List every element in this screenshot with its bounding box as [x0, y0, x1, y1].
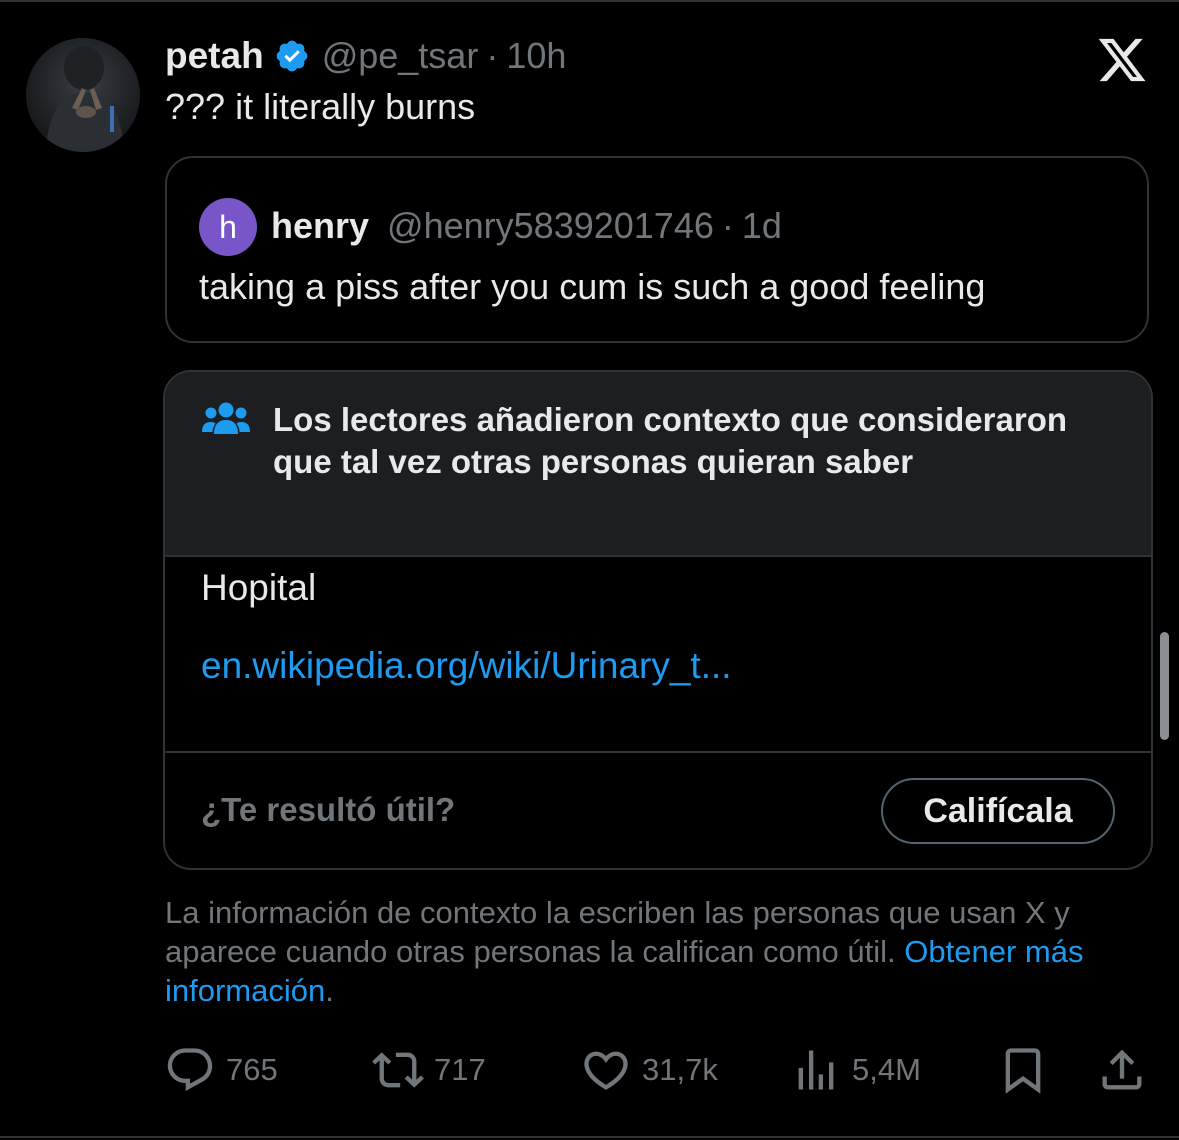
- bookmark-button[interactable]: [997, 1040, 1049, 1100]
- community-note-body: Hopital en.wikipedia.org/wiki/Urinary_t.…: [165, 557, 1151, 753]
- reply-icon: [164, 1044, 216, 1096]
- views-button[interactable]: 5,4M: [790, 1040, 921, 1100]
- views-icon: [790, 1044, 842, 1096]
- heart-icon: [580, 1044, 632, 1096]
- verified-badge-icon: [274, 38, 310, 74]
- bottom-divider: [0, 1136, 1179, 1138]
- x-logo-icon[interactable]: [1096, 34, 1148, 86]
- like-button[interactable]: 31,7k: [580, 1040, 718, 1100]
- top-divider: [0, 0, 1179, 2]
- bookmark-icon: [997, 1044, 1049, 1096]
- share-button[interactable]: [1096, 1040, 1148, 1100]
- tweet-header: petah @pe_tsar · 10h: [165, 34, 566, 78]
- repost-icon: [372, 1044, 424, 1096]
- scrollbar[interactable]: [1160, 632, 1169, 740]
- community-note-header: Los lectores añadieron contexto que cons…: [165, 372, 1151, 557]
- repost-button[interactable]: 717: [372, 1040, 486, 1100]
- tweet-time[interactable]: 10h: [506, 35, 566, 77]
- rate-question: ¿Te resultó útil?: [201, 791, 456, 828]
- people-icon: [201, 400, 251, 440]
- disclaimer-end: .: [325, 973, 334, 1008]
- quoted-tweet-text: taking a piss after you cum is such a go…: [199, 266, 986, 307]
- community-note: Los lectores añadieron contexto que cons…: [163, 370, 1153, 870]
- like-count: 31,7k: [642, 1052, 718, 1087]
- quoted-author-handle: @henry5839201746: [387, 205, 714, 246]
- tweet-text: ??? it literally burns: [165, 86, 476, 127]
- community-note-title: Los lectores añadieron contexto que cons…: [273, 401, 1068, 480]
- community-note-disclaimer: La información de contexto la escriben l…: [165, 893, 1155, 1010]
- repost-count: 717: [434, 1052, 486, 1087]
- quoted-author-name: henry: [271, 205, 370, 246]
- quoted-header-separator: ·: [721, 205, 734, 246]
- reply-count: 765: [226, 1052, 278, 1087]
- community-note-link[interactable]: en.wikipedia.org/wiki/Urinary_t...: [201, 645, 732, 687]
- author-avatar[interactable]: [26, 38, 140, 152]
- share-icon: [1096, 1044, 1148, 1096]
- author-name[interactable]: petah: [165, 35, 264, 77]
- quoted-tweet-time: 1d: [741, 205, 782, 246]
- quoted-author-avatar[interactable]: h: [199, 198, 257, 256]
- quoted-tweet[interactable]: h henry @henry5839201746 · 1d taking a p…: [165, 156, 1149, 343]
- tweet-actions: 765 717 31,7k 5,4M: [0, 1040, 1179, 1100]
- avatar-photo: [46, 46, 124, 152]
- community-note-text: Hopital: [201, 567, 317, 608]
- author-handle[interactable]: @pe_tsar: [322, 35, 479, 77]
- quoted-tweet-header: henry @henry5839201746 · 1d: [271, 200, 782, 252]
- reply-button[interactable]: 765: [164, 1040, 278, 1100]
- rate-it-button[interactable]: Califícala: [881, 778, 1115, 844]
- header-separator: ·: [486, 35, 499, 76]
- views-count: 5,4M: [852, 1052, 921, 1087]
